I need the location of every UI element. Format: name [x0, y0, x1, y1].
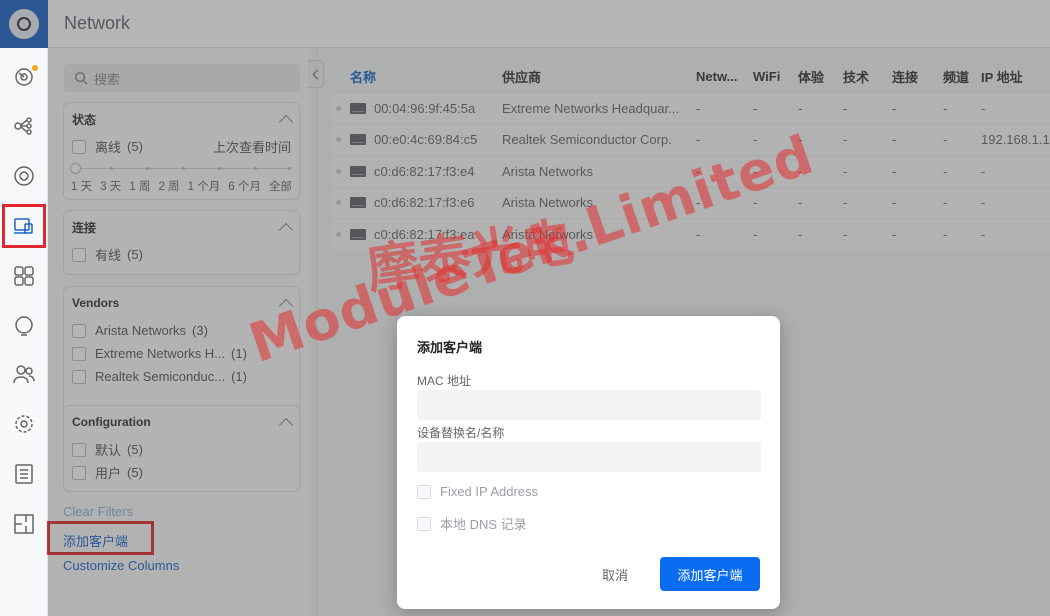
fixed-ip-label: Fixed IP Address [440, 484, 539, 499]
logs-icon[interactable] [0, 454, 48, 494]
notification-badge [32, 65, 38, 71]
add-client-dialog: 添加客户端 MAC 地址 设备替换名/名称 Fixed IP Address 本… [397, 316, 780, 609]
modal-backdrop-top [0, 0, 1050, 48]
topology-icon[interactable] [0, 106, 48, 146]
settings-icon[interactable] [0, 404, 48, 444]
nav-rail [0, 0, 48, 616]
floorplan-icon[interactable] [0, 504, 48, 544]
insights-icon[interactable] [0, 306, 48, 346]
alias-input[interactable] [417, 442, 761, 472]
local-dns-label: 本地 DNS 记录 [440, 517, 527, 532]
clients-icon[interactable] [2, 204, 46, 248]
local-dns-checkbox[interactable] [417, 516, 431, 531]
cancel-button[interactable]: 取消 [591, 557, 639, 591]
alias-label: 设备替换名/名称 [417, 426, 505, 440]
radar-icon[interactable] [0, 156, 48, 196]
mac-address-label: MAC 地址 [417, 374, 472, 388]
apps-icon[interactable] [0, 256, 48, 296]
dashboard-icon[interactable] [0, 56, 48, 96]
fixed-ip-checkbox[interactable] [417, 484, 431, 499]
mac-address-input[interactable] [417, 390, 761, 420]
add-client-button[interactable]: 添加客户端 [660, 557, 760, 591]
local-dns-option[interactable]: 本地 DNS 记录 [417, 514, 527, 533]
fixed-ip-option[interactable]: Fixed IP Address [417, 484, 538, 499]
dialog-title: 添加客户端 [417, 340, 483, 355]
users-icon[interactable] [0, 354, 48, 394]
